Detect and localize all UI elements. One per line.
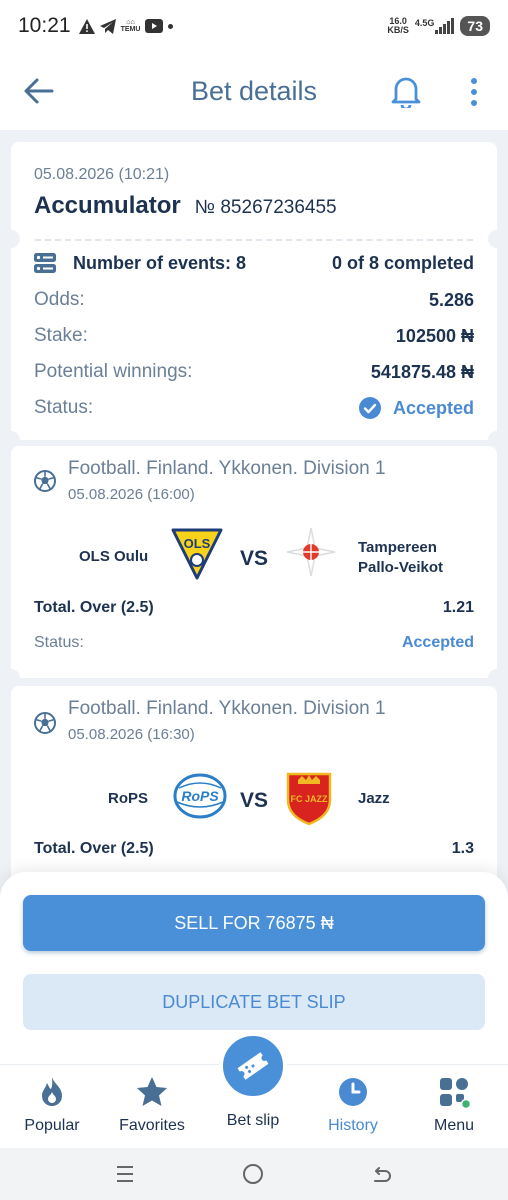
status-label: Status: xyxy=(34,397,94,418)
league-name: Football. Finland. Ykkonen. Division 1 xyxy=(68,698,386,719)
ticket-notch-right xyxy=(488,230,506,248)
ticket-icon xyxy=(237,1052,269,1080)
versus-label: VS xyxy=(240,789,269,812)
jazz-logo-icon: FC JAZZ xyxy=(286,772,332,826)
battery-indicator: 73 xyxy=(460,16,490,36)
home-team: RoPS xyxy=(108,790,149,807)
tab-popular[interactable]: Popular xyxy=(7,1075,97,1135)
league-name: Football. Finland. Ykkonen. Division 1 xyxy=(68,458,386,479)
dot-icon xyxy=(168,23,174,29)
back-icon[interactable] xyxy=(370,1163,392,1185)
system-navigation-bar xyxy=(0,1148,508,1200)
clock-icon xyxy=(339,1078,367,1106)
list-icon xyxy=(34,253,56,273)
market-label: Total. Over (2.5) xyxy=(34,840,154,857)
match-date: 05.08.2026 (16:00) xyxy=(68,486,195,503)
temu-icon: ⌂⌂ TEMU xyxy=(120,19,141,33)
grid-menu-icon xyxy=(440,1078,471,1109)
check-badge-icon xyxy=(358,397,381,419)
tab-history[interactable]: History xyxy=(308,1075,398,1135)
stake-label: Stake: xyxy=(34,325,88,346)
bet-slip-label: Bet slip xyxy=(226,1112,280,1129)
home-icon[interactable] xyxy=(242,1163,264,1185)
rops-logo-icon: RoPS xyxy=(173,773,227,819)
star-icon xyxy=(137,1077,167,1106)
away-team: Tampereen Pallo-Veikot xyxy=(358,539,444,576)
ticket-notch-left xyxy=(2,230,20,248)
event-status-value: Accepted xyxy=(401,634,474,651)
stake-value: 102500 ₦ xyxy=(395,325,474,346)
warning-icon xyxy=(78,18,95,34)
page-title: Bet details xyxy=(190,75,318,106)
event-status-label: Status: xyxy=(34,634,84,651)
event-odds: 1.3 xyxy=(451,840,474,857)
winnings-label: Potential winnings: xyxy=(34,361,193,382)
ticket-notch-left xyxy=(2,669,20,687)
app-header: Bet details xyxy=(0,52,508,130)
svg-text:OLS: OLS xyxy=(184,536,211,551)
ticket-notch-right xyxy=(488,669,506,687)
completed-count: 0 of 8 completed xyxy=(331,252,474,273)
svg-text:FC JAZZ: FC JAZZ xyxy=(291,794,329,804)
status-bar: 10:21 ⌂⌂ TEMU 16.0 KB/S 4.5G 73 xyxy=(0,0,508,52)
duplicate-bet-slip-button[interactable]: DUPLICATE BET SLIP xyxy=(23,974,485,1030)
event-odds: 1.21 xyxy=(442,599,474,616)
sell-button[interactable]: SELL FOR 76875 ₦ xyxy=(23,895,485,951)
recent-apps-icon[interactable] xyxy=(115,1164,135,1184)
bet-type: Accumulator xyxy=(34,192,181,219)
ols-logo-icon: OLS xyxy=(171,528,223,580)
event-card[interactable]: Football. Finland. Ykkonen. Division 1 0… xyxy=(2,446,506,687)
odds-label: Odds: xyxy=(34,289,85,310)
match-date: 05.08.2026 (16:30) xyxy=(68,726,195,743)
bet-number: № 85267236455 xyxy=(194,197,337,218)
signal-icon: 4.5G xyxy=(415,18,455,34)
telegram-icon xyxy=(99,18,116,34)
market-label: Total. Over (2.5) xyxy=(34,599,154,616)
versus-label: VS xyxy=(240,547,269,570)
tab-favorites[interactable]: Favorites xyxy=(107,1075,197,1135)
bet-date: 05.08.2026 (10:21) xyxy=(34,166,170,183)
status-value: Accepted xyxy=(392,397,474,418)
odds-value: 5.286 xyxy=(428,289,474,310)
winnings-value: 541875.48 ₦ xyxy=(370,361,474,382)
events-count: Number of events: 8 xyxy=(73,252,247,273)
bet-slip-button[interactable] xyxy=(219,1032,287,1100)
svg-text:RoPS: RoPS xyxy=(181,788,219,804)
home-team: OLS Oulu xyxy=(79,548,149,565)
clock: 10:21 xyxy=(18,14,71,37)
bet-summary-card: 05.08.2026 (10:21) Accumulator № 8526723… xyxy=(2,142,506,449)
youtube-icon xyxy=(145,19,164,33)
notification-icons: ⌂⌂ TEMU xyxy=(78,18,174,34)
football-icon xyxy=(34,712,56,734)
bell-icon[interactable] xyxy=(390,74,422,108)
flame-icon xyxy=(42,1077,62,1106)
divider xyxy=(35,239,473,241)
tpv-logo-icon xyxy=(286,527,336,577)
net-speed: 16.0 KB/S xyxy=(387,16,409,35)
away-team: Jazz xyxy=(358,790,390,807)
football-icon xyxy=(34,470,56,492)
back-arrow-icon[interactable] xyxy=(22,74,56,108)
tab-menu[interactable]: Menu xyxy=(409,1075,499,1135)
more-options-icon[interactable] xyxy=(462,76,486,108)
